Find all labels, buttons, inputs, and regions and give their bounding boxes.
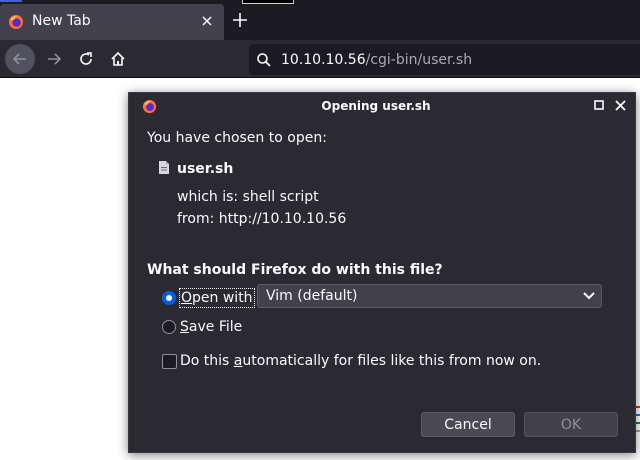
save-file-radio[interactable] <box>162 320 176 334</box>
dialog-titlebar[interactable]: Opening user.sh <box>129 93 635 119</box>
back-button[interactable] <box>5 44 35 74</box>
reload-button[interactable] <box>71 44 101 74</box>
tab-accent-line <box>0 0 22 2</box>
tab-strip: New Tab <box>0 0 640 40</box>
url-path: /cgi-bin/user.sh <box>365 52 473 68</box>
arrow-right-icon <box>48 53 62 65</box>
auto-action-label[interactable]: Do this automatically for files like thi… <box>180 353 541 369</box>
new-tab-plus-icon[interactable] <box>230 10 250 30</box>
maximize-icon[interactable] <box>594 100 604 110</box>
auto-action-checkbox[interactable] <box>162 354 177 369</box>
application-select[interactable]: Vim (default) <box>257 284 602 308</box>
reload-icon <box>80 52 92 65</box>
auto-action-text-before: Do this <box>180 353 234 369</box>
close-icon[interactable] <box>615 100 626 111</box>
dialog-title: Opening user.sh <box>321 99 431 113</box>
chevron-down-icon <box>583 292 595 300</box>
open-with-accesskey: O <box>181 290 193 306</box>
auto-action-text-after: utomatically for files like this from no… <box>242 353 542 369</box>
url-text[interactable]: 10.10.10.56/cgi-bin/user.sh <box>281 52 472 68</box>
firefox-icon <box>9 15 23 29</box>
action-question-heading: What should Firefox do with this file? <box>147 262 443 278</box>
home-button[interactable] <box>103 44 133 74</box>
file-type-text: which is: shell script <box>177 189 319 205</box>
save-file-text: ave File <box>188 319 243 335</box>
tab-strip-indicator <box>242 0 294 4</box>
chosen-to-open-label: You have chosen to open: <box>147 130 327 146</box>
url-bar[interactable]: 10.10.10.56/cgi-bin/user.sh <box>249 44 640 75</box>
save-file-accesskey: S <box>180 319 189 335</box>
open-with-radio[interactable] <box>162 291 176 305</box>
home-icon <box>111 51 125 66</box>
open-with-text: pen with <box>192 290 253 306</box>
file-source-text: from: http://10.10.10.56 <box>177 211 347 227</box>
url-host: 10.10.10.56 <box>281 52 366 68</box>
tab-new-tab[interactable]: New Tab <box>0 4 224 40</box>
forward-button[interactable] <box>39 44 69 74</box>
download-dialog: Opening user.sh You have chosen to open:… <box>128 92 636 453</box>
search-icon <box>257 53 271 67</box>
application-select-value: Vim (default) <box>266 288 358 304</box>
file-icon <box>159 161 169 174</box>
open-with-label[interactable]: Open with <box>179 288 255 308</box>
ok-button[interactable]: OK <box>524 412 618 437</box>
arrow-left-icon <box>12 53 26 65</box>
navigation-toolbar: 10.10.10.56/cgi-bin/user.sh <box>0 40 640 78</box>
save-file-label[interactable]: Save File <box>180 319 242 335</box>
cancel-button[interactable]: Cancel <box>421 412 515 437</box>
file-name: user.sh <box>177 161 234 177</box>
tab-title: New Tab <box>32 13 91 29</box>
tab-close-icon[interactable] <box>199 13 215 29</box>
